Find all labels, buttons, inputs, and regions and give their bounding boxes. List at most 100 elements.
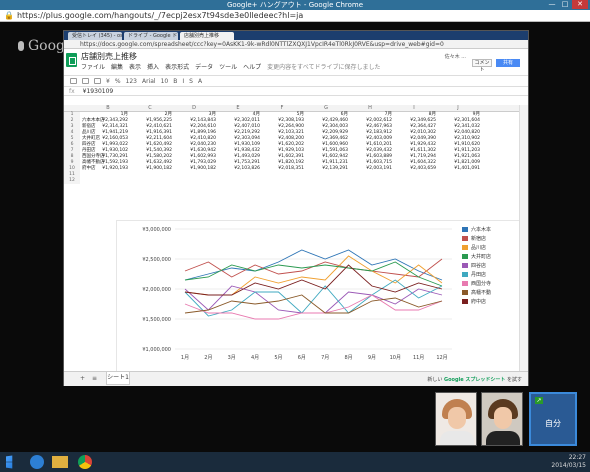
taskbar: 22:27 2014/03/15: [0, 452, 590, 472]
menu-help[interactable]: ヘルプ: [243, 62, 261, 71]
column-header[interactable]: D: [172, 105, 216, 112]
y-tick-label: ¥2,500,000: [142, 257, 171, 263]
x-tick-label: 2月: [204, 355, 212, 361]
legend-swatch: [462, 227, 468, 232]
chart-svg: ¥1,000,000 ¥1,500,000 ¥2,000,000 ¥2,500,000…: [142, 226, 491, 361]
sheets-icon[interactable]: [66, 53, 77, 67]
shared-screen: 受信トレイ (345) - osho... ドライブ - Google ドラ..…: [63, 30, 529, 386]
minimize-button[interactable]: —: [546, 0, 558, 9]
window-controls: — □ ✕: [546, 0, 588, 10]
legend-swatch: [462, 281, 468, 286]
series-line: [184, 258, 443, 278]
chrome-window: Google+ ハングアウト - Google Chrome — □ ✕ 🔒 ht…: [0, 0, 590, 452]
italic-button[interactable]: I: [182, 78, 184, 85]
star-icon[interactable]: ☆: [130, 51, 136, 59]
inner-tab-strip: 受信トレイ (345) - osho... ドライブ - Google ドラ..…: [64, 31, 528, 40]
column-header[interactable]: J: [436, 105, 480, 112]
percent-format[interactable]: %: [115, 78, 121, 85]
chrome-icon[interactable]: [78, 455, 92, 469]
column-header[interactable]: I: [392, 105, 436, 112]
menu-file[interactable]: ファイル: [81, 62, 105, 71]
text-color-button[interactable]: A: [198, 78, 202, 85]
font-select[interactable]: Arial: [142, 78, 156, 85]
column-header[interactable]: C: [128, 105, 172, 112]
format-toolbar: ¥ % 123 Arial 10 B I S A: [64, 76, 528, 87]
legend-swatch: [462, 272, 468, 277]
column-header[interactable]: E: [216, 105, 260, 112]
share-button[interactable]: 共有: [496, 59, 520, 67]
sheet-tab[interactable]: シート1: [106, 372, 130, 385]
legend-swatch: [462, 254, 468, 259]
formula-value: ¥1930109: [82, 88, 114, 95]
column-header[interactable]: B: [86, 105, 130, 112]
menu-insert[interactable]: 挿入: [147, 62, 159, 71]
menu-data[interactable]: データ: [195, 62, 213, 71]
doc-header: 店舗別売上推移 ☆ ファイル 編集 表示 挿入 表示形式 データ ツール ヘルプ…: [64, 49, 528, 76]
bold-button[interactable]: B: [173, 78, 177, 85]
formula-bar[interactable]: fx ¥1930109: [64, 87, 528, 96]
sheet-list-button[interactable]: ≡: [92, 375, 97, 382]
menu-edit[interactable]: 編集: [111, 62, 123, 71]
clock[interactable]: 22:27 2014/03/15: [551, 454, 586, 470]
owner-name: 佐々木 ...: [444, 54, 466, 60]
font-size-select[interactable]: 10: [161, 78, 169, 85]
x-tick-label: 12月: [436, 355, 447, 361]
menu-view[interactable]: 表示: [129, 62, 141, 71]
y-tick-label: ¥3,000,000: [142, 227, 171, 233]
x-tick-label: 8月: [344, 355, 352, 361]
series-line: [184, 279, 443, 317]
redo-icon[interactable]: [94, 78, 101, 84]
column-header[interactable]: G: [304, 105, 348, 112]
add-sheet-button[interactable]: +: [80, 375, 85, 382]
spreadsheet-grid[interactable]: BCDEFGHIJ 1 1月 2月 3月 4月 5月 6月 7月 8月 9月 2 六本木本店 ¥2,34…: [64, 105, 521, 375]
y-tick-label: ¥1,000,000: [142, 347, 171, 353]
menu-format[interactable]: 表示形式: [165, 62, 189, 71]
legend-swatch: [462, 299, 468, 304]
x-tick-label: 7月: [321, 355, 329, 361]
self-thumbnail[interactable]: ↗ 自分: [529, 392, 577, 446]
legend-label: 府中店: [471, 298, 486, 305]
maximize-button[interactable]: □: [559, 0, 571, 9]
undo-icon[interactable]: [82, 78, 89, 84]
participant-thumbnail[interactable]: [435, 392, 477, 446]
lock-icon: 🔒: [4, 11, 14, 20]
legend-label: 品川店: [471, 244, 486, 251]
inner-tab-drive[interactable]: ドライブ - Google ドラ...: [124, 32, 178, 40]
address-url: https://plus.google.com/hangouts/_/7ecpj…: [16, 11, 304, 20]
fx-icon: fx: [69, 88, 75, 95]
vertical-scrollbar[interactable]: [519, 105, 528, 375]
mic-icon[interactable]: [18, 41, 24, 51]
row-number[interactable]: 12: [64, 178, 80, 184]
inner-tab-sheet[interactable]: 店舗別売上推移: [180, 32, 234, 40]
legend-label: 新宿店: [471, 235, 486, 242]
currency-format[interactable]: ¥: [106, 78, 110, 85]
strike-button[interactable]: S: [189, 78, 193, 85]
address-bar[interactable]: 🔒 https://plus.google.com/hangouts/_/7ecp…: [0, 10, 590, 22]
doc-title[interactable]: 店舗別売上推移: [81, 51, 137, 62]
column-header[interactable]: H: [348, 105, 392, 112]
column-header[interactable]: F: [260, 105, 304, 112]
line-chart[interactable]: ¥1,000,000 ¥1,500,000 ¥2,000,000 ¥2,500,000…: [116, 220, 521, 375]
inner-address-bar[interactable]: https://docs.google.com/spreadsheet/ccc?…: [64, 40, 528, 49]
legend-swatch: [462, 236, 468, 241]
legend-swatch: [462, 263, 468, 268]
menu-bar: ファイル 編集 表示 挿入 表示形式 データ ツール ヘルプ 変更内容をすべてド…: [81, 62, 380, 71]
legend-swatch: [462, 245, 468, 250]
number-format[interactable]: 123: [126, 78, 137, 85]
y-tick-label: ¥1,500,000: [142, 317, 171, 323]
ie-icon[interactable]: [30, 455, 44, 469]
comment-button[interactable]: コメント: [472, 59, 492, 73]
participant-thumbnail[interactable]: [481, 392, 523, 446]
menu-tools[interactable]: ツール: [219, 62, 237, 71]
try-new-sheets[interactable]: 新しい Google スプレッドシート を試す: [427, 376, 522, 383]
close-button[interactable]: ✕: [572, 0, 588, 9]
inner-tab-gmail[interactable]: 受信トレイ (345) - osho...: [68, 32, 122, 40]
sheet-bar: + ≡ シート1 新しい Google スプレッドシート を試す: [64, 371, 528, 386]
series-line: [184, 261, 443, 287]
self-label: 自分: [545, 419, 561, 428]
print-icon[interactable]: [70, 78, 77, 84]
legend-label: 四谷店: [471, 262, 486, 269]
start-button[interactable]: [6, 455, 13, 469]
folder-icon[interactable]: [52, 456, 68, 468]
y-tick-label: ¥2,000,000: [142, 287, 171, 293]
